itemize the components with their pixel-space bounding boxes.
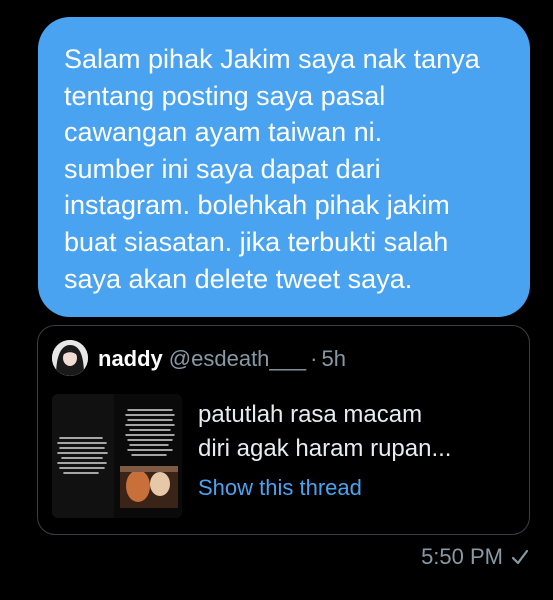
tweet-header: naddy @esdeath___ · 5h (98, 346, 346, 372)
author-name[interactable]: naddy (98, 346, 163, 371)
message-time: 5:50 PM (421, 544, 503, 569)
message-status: 5:50 PM (421, 544, 529, 570)
quoted-tweet-card[interactable]: naddy @esdeath___ · 5h patutlah rasa mac… (37, 325, 530, 535)
media-thumbnail-image (52, 394, 182, 518)
show-thread-link[interactable]: Show this thread (198, 475, 362, 501)
author-handle[interactable]: @esdeath___ (169, 346, 306, 371)
tweet-time: 5h (321, 346, 346, 371)
avatar[interactable] (52, 340, 88, 376)
media-thumbnail[interactable] (52, 394, 182, 518)
check-icon (511, 549, 529, 565)
quoted-tweet-text: patutlah rasa macam diri agak haram rupa… (198, 401, 452, 462)
separator-dot: · (310, 346, 318, 371)
avatar-image (52, 340, 88, 376)
message-bubble[interactable]: Salam pihak Jakim saya nak tanya tentang… (38, 17, 530, 317)
message-text: Salam pihak Jakim saya nak tanya tentang… (64, 44, 480, 294)
